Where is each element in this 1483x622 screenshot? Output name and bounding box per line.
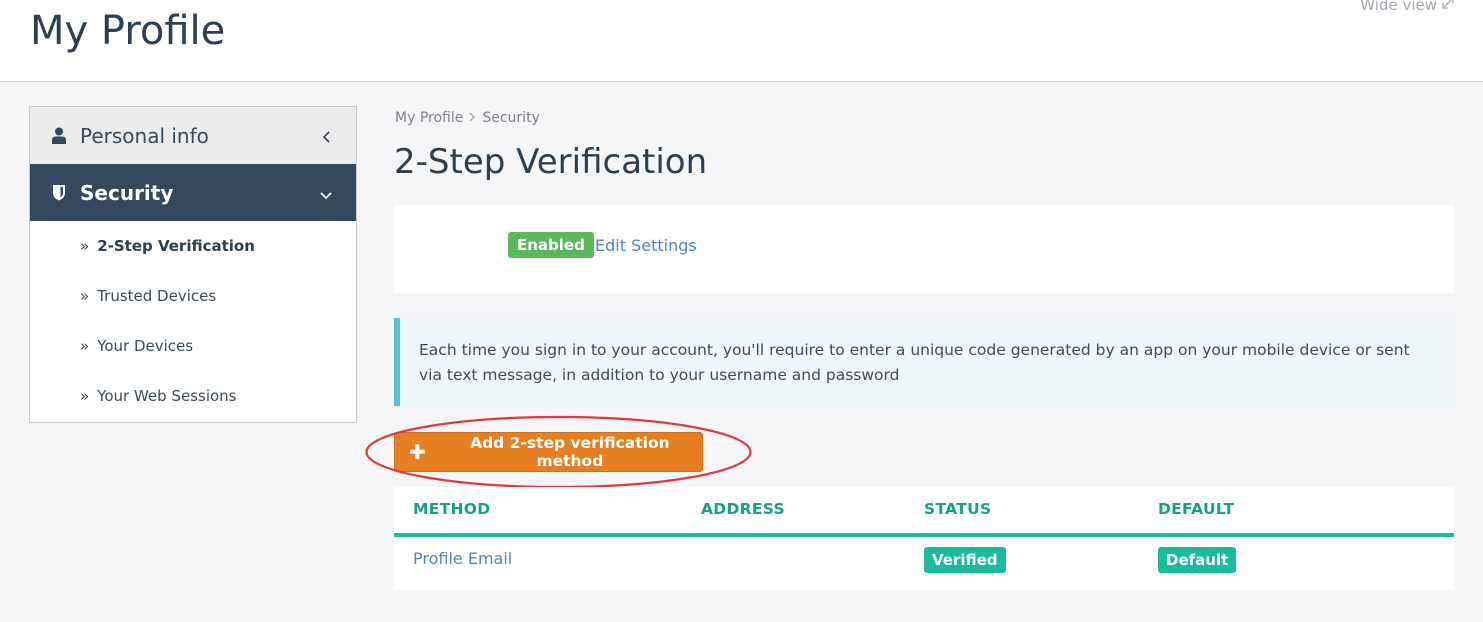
shield-icon	[50, 184, 68, 201]
add-button-label: Add 2-step verification method	[470, 434, 670, 470]
sidebar-subitem-trusted-devices[interactable]: » Trusted Devices	[30, 271, 356, 321]
subitem-label: Your Web Sessions	[97, 387, 237, 405]
methods-table: METHOD ADDRESS STATUS DEFAULT Profile Em…	[394, 487, 1454, 590]
info-callout: Each time you sign in to your account, y…	[394, 318, 1454, 406]
column-header-method: METHOD	[413, 500, 491, 518]
breadcrumb: My Profile Security	[395, 110, 540, 126]
double-chevron-icon: »	[80, 387, 90, 405]
edit-settings-link[interactable]: Edit Settings	[595, 236, 697, 255]
security-submenu: » 2-Step Verification » Trusted Devices …	[30, 221, 356, 421]
sidebar-personal-label: Personal info	[80, 123, 209, 148]
sidebar-subitem-your-web-sessions[interactable]: » Your Web Sessions	[30, 371, 356, 421]
wide-view-toggle[interactable]: Wide view	[1360, 0, 1455, 14]
column-header-address: ADDRESS	[701, 500, 785, 518]
sidebar-item-personal-info[interactable]: Personal info	[30, 107, 356, 164]
double-chevron-icon: »	[80, 337, 90, 355]
status-panel: Enabled Edit Settings	[394, 205, 1454, 293]
verified-badge: Verified	[924, 547, 1006, 573]
subitem-label: Trusted Devices	[97, 287, 217, 305]
double-chevron-icon: »	[80, 287, 90, 305]
section-title: 2-Step Verification	[394, 142, 708, 182]
subitem-label: 2-Step Verification	[97, 237, 255, 255]
table-header: METHOD ADDRESS STATUS DEFAULT	[394, 487, 1454, 537]
page-title: My Profile	[30, 8, 226, 54]
method-link[interactable]: Profile Email	[413, 549, 512, 568]
column-header-default: DEFAULT	[1158, 500, 1235, 518]
expand-icon	[1441, 0, 1455, 14]
chevron-left-icon	[322, 124, 332, 148]
breadcrumb-security: Security	[482, 110, 540, 126]
default-badge: Default	[1158, 547, 1237, 573]
sidebar-item-security[interactable]: Security	[30, 164, 356, 221]
column-header-status: STATUS	[924, 500, 992, 518]
double-chevron-icon: »	[80, 237, 90, 255]
add-2-step-method-button[interactable]: ✚ Add 2-step verification method	[394, 432, 703, 472]
sidebar-subitem-2-step-verification[interactable]: » 2-Step Verification	[30, 221, 356, 271]
profile-sidebar: Personal info Security » 2-Step Verifica…	[29, 106, 357, 423]
enabled-badge: Enabled	[508, 232, 594, 258]
sidebar-subitem-your-devices[interactable]: » Your Devices	[30, 321, 356, 371]
subitem-label: Your Devices	[97, 337, 194, 355]
sidebar-security-label: Security	[80, 180, 174, 205]
chevron-right-icon	[469, 110, 476, 126]
breadcrumb-my-profile[interactable]: My Profile	[395, 110, 463, 126]
info-text: Each time you sign in to your account, y…	[419, 341, 1410, 384]
chevron-down-icon	[320, 181, 332, 205]
plus-icon: ✚	[409, 440, 426, 464]
wide-view-label: Wide view	[1360, 0, 1437, 14]
top-bar: My Profile Wide view	[0, 0, 1483, 82]
user-icon	[50, 127, 68, 144]
